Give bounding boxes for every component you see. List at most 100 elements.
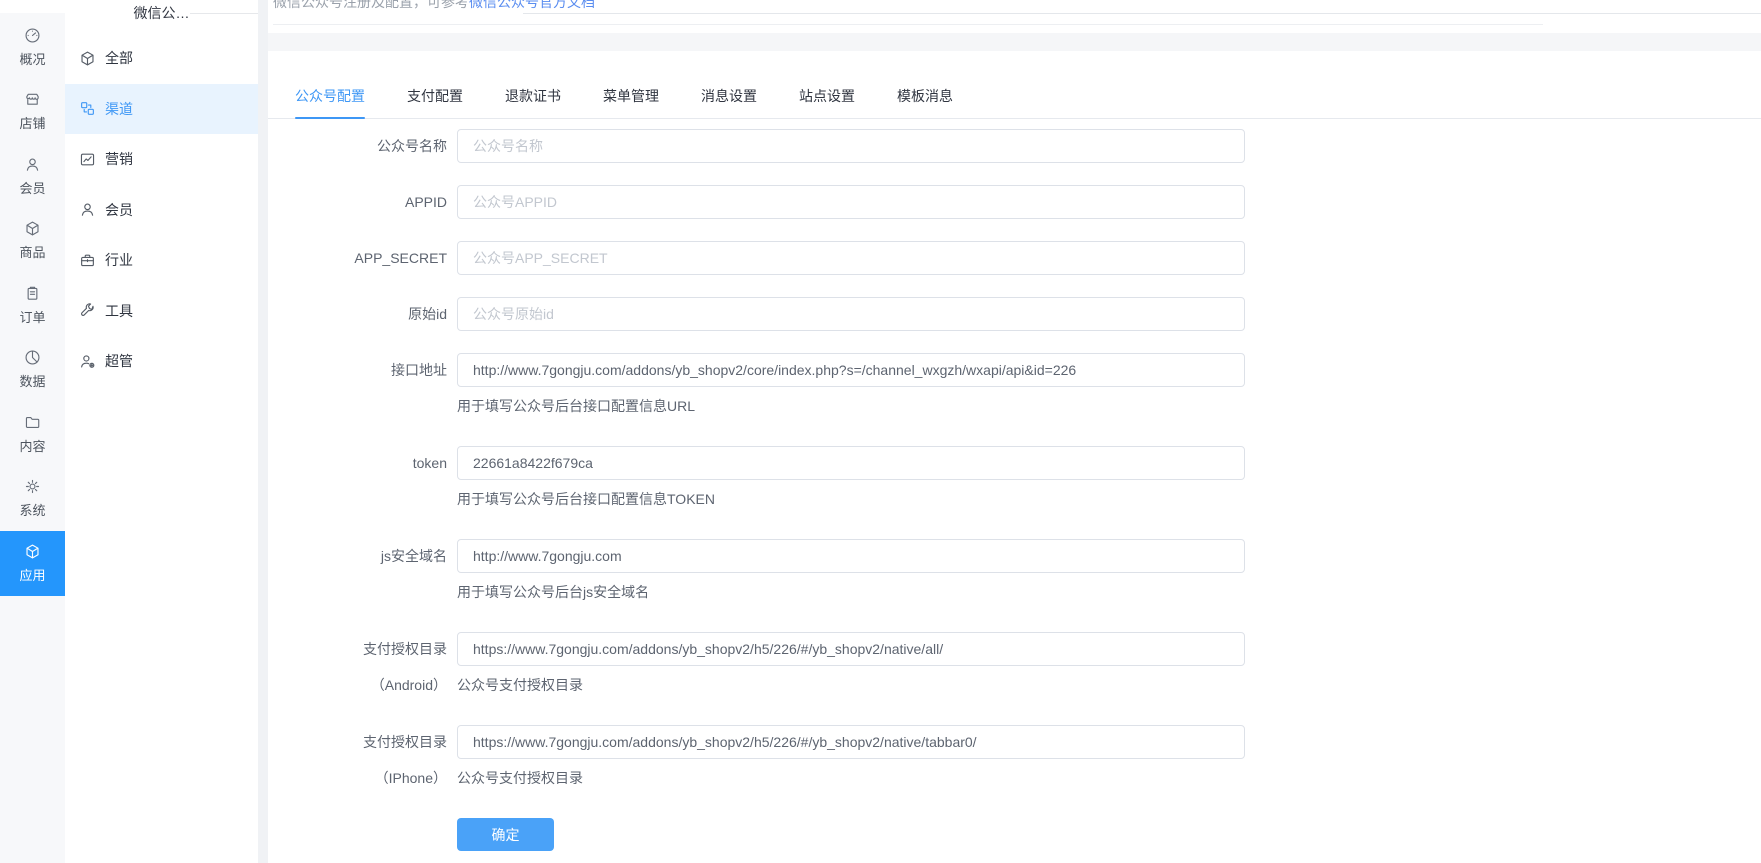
confirm-button[interactable]: 确定 [457,818,554,851]
field-label: 接口地址 [268,353,457,414]
notice-bottom-divider [273,24,1543,25]
field-label: 原始id [268,297,457,331]
form-row-gzh-name: 公众号名称 [268,129,1761,163]
shop-icon [24,91,41,108]
sidebar-item-order[interactable]: 订单 [0,273,65,338]
folder-icon [24,414,41,431]
submenu-item-label: 渠道 [105,100,133,117]
tab-menu-manage[interactable]: 菜单管理 [603,51,659,118]
notice-text: 微信公众号注册及配置，可参考微信公众号官方文档 [273,0,595,13]
field-label-line1: APPID [404,194,447,210]
member-icon [79,201,96,218]
sidebar-item-overview[interactable]: 概况 [0,15,65,80]
sidebar-item-label: 店铺 [19,116,46,132]
marketing-icon [79,151,96,168]
submenu-item-label: 行业 [105,252,133,269]
sidebar-item-label: 内容 [19,438,46,454]
sidebar-item-content[interactable]: 内容 [0,402,65,467]
field-label: APPID [268,185,457,219]
field-label: APP_SECRET [268,241,457,275]
field-control: 公众号支付授权目录 [457,725,1245,786]
tab-gzh-config[interactable]: 公众号配置 [295,51,365,119]
sidebar-content-gap [258,0,268,863]
all-icon [79,50,96,67]
secondary-sidebar-header: 微信公… [65,0,258,33]
js-domain-input[interactable] [457,539,1245,573]
submenu-item-tools[interactable]: 工具 [65,286,258,337]
submenu-item-member[interactable]: 会员 [65,185,258,236]
submit-row: 确定 [268,818,1761,851]
tools-icon [79,302,96,319]
field-control [457,241,1245,275]
pie-icon [24,349,41,366]
field-label-line2: （IPhone） [374,770,447,786]
sidebar-item-member[interactable]: 会员 [0,144,65,209]
field-label-line1: 支付授权目录 [363,641,447,657]
field-label: 公众号名称 [268,129,457,163]
field-label: 支付授权目录 （IPhone） [268,725,457,786]
app-icon [24,543,41,560]
tab-template-message[interactable]: 模板消息 [897,51,953,118]
field-control [457,185,1245,219]
tab-message-settings[interactable]: 消息设置 [701,51,757,118]
sidebar-item-shop[interactable]: 店铺 [0,80,65,145]
appid-input[interactable] [457,185,1245,219]
pay-dir-iphone-input[interactable] [457,725,1245,759]
form-row-pay-dir-android: 支付授权目录 （Android） 公众号支付授权目录 [268,632,1761,693]
submenu-item-label: 营销 [105,151,133,168]
gzh-name-input[interactable] [457,129,1245,163]
admin-icon [79,353,96,370]
sidebar-item-label: 订单 [19,309,46,325]
sidebar-item-data[interactable]: 数据 [0,338,65,403]
api-url-input[interactable] [457,353,1245,387]
submenu-item-admin[interactable]: 超管 [65,336,258,387]
order-icon [24,285,41,302]
submenu-item-label: 会员 [105,201,133,218]
submenu-item-marketing[interactable]: 营销 [65,134,258,185]
sidebar-item-label: 概况 [19,51,46,67]
original-id-input[interactable] [457,297,1245,331]
pay-dir-android-input[interactable] [457,632,1245,666]
tab-site-settings[interactable]: 站点设置 [799,51,855,118]
tab-pay-config[interactable]: 支付配置 [407,51,463,118]
sidebar-item-goods[interactable]: 商品 [0,209,65,274]
industry-icon [79,252,96,269]
field-control: 用于填写公众号后台接口配置信息URL [457,353,1245,414]
sidebar-item-label: 应用 [19,567,46,583]
channel-icon [79,100,96,117]
submenu-item-industry[interactable]: 行业 [65,235,258,286]
submenu-item-all[interactable]: 全部 [65,33,258,84]
config-form: 公众号名称 APPID APP_SECRET 原始id 接口地址用于填写公众号后台接口配… [268,119,1761,863]
submenu-item-channel[interactable]: 渠道 [65,83,258,134]
field-help: 公众号支付授权目录 [457,677,583,693]
field-label-line1: 接口地址 [391,362,447,378]
tab-refund-cert[interactable]: 退款证书 [505,51,561,118]
field-label-line1: token [412,455,447,471]
field-label: 支付授权目录 （Android） [268,632,457,693]
secondary-sidebar: 微信公… 全部渠道营销会员行业工具超管 [65,0,258,863]
notice-doc-link[interactable]: 微信公众号官方文档 [469,0,595,10]
field-label-line1: 公众号名称 [377,138,447,154]
field-label-line1: js安全域名 [380,548,447,564]
form-row-app-secret: APP_SECRET [268,241,1761,275]
gauge-icon [24,27,41,44]
tab-bar: 公众号配置 支付配置 退款证书 菜单管理 消息设置 站点设置 模板消息 [268,51,1761,119]
field-control [457,297,1245,331]
token-input[interactable] [457,446,1245,480]
field-help: 用于填写公众号后台接口配置信息URL [457,398,696,414]
form-row-token: token 用于填写公众号后台接口配置信息TOKEN [268,446,1761,507]
submenu-item-label: 工具 [105,302,133,319]
sidebar-item-system[interactable]: 系统 [0,467,65,532]
notice-bar: 微信公众号注册及配置，可参考微信公众号官方文档 [268,0,1761,33]
field-help: 用于填写公众号后台js安全域名 [457,584,650,600]
form-row-appid: APPID [268,185,1761,219]
sidebar-item-app[interactable]: 应用 [0,531,65,596]
cube-icon [24,220,41,237]
primary-sidebar-items: 概况店铺会员 商品订单数据内容系统应用 [0,0,65,596]
app-secret-input[interactable] [457,241,1245,275]
field-label-line1: 支付授权目录 [363,734,447,750]
field-help: 公众号支付授权目录 [457,770,583,786]
main-area: 微信公众号注册及配置，可参考微信公众号官方文档 公众号配置 支付配置 退款证书 菜单管… [268,0,1761,863]
field-label-line2: （Android） [370,677,447,693]
field-label: js安全域名 [268,539,457,600]
